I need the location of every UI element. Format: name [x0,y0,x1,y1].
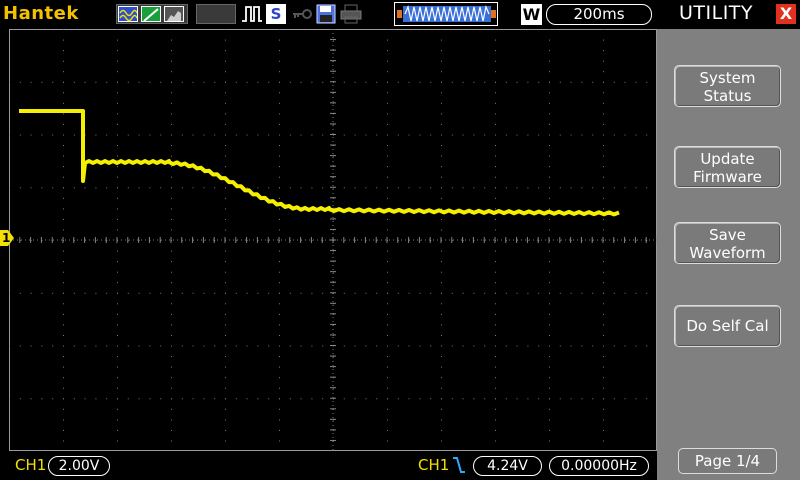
timebase-overview-icon [394,2,498,26]
save-waveform-line2: Waveform [689,244,766,262]
close-icon[interactable]: X [776,4,796,24]
top-status-bar: Hantek S W 200ms [0,0,657,29]
ch1-marker-label: 1 [2,231,11,245]
system-status-line2: Status [703,87,752,105]
waveform-display [8,28,658,451]
graticule [8,28,658,451]
system-status-button[interactable]: System Status [674,65,781,107]
waveform-mode-icon[interactable] [118,6,138,22]
trigger-level-readout[interactable]: 4.24V [473,456,542,476]
acquire-status-box [196,4,236,24]
key-lock-icon [291,4,313,24]
xy-mode-icon[interactable] [141,6,161,22]
display-mode-group [116,4,188,24]
utility-menu-panel: UTILITY X System Status Update Firmware … [657,0,800,480]
ch1-waveform-trace [19,109,620,217]
ch1-label: CH1 [15,456,47,474]
center-axes [8,28,658,451]
save-disk-icon [316,4,336,24]
persistence-icon[interactable] [164,6,184,22]
trigger-channel-label: CH1 [418,456,450,474]
page-indicator-button[interactable]: Page 1/4 [678,448,777,474]
brand-logo: Hantek [3,3,79,24]
window-zoom-button[interactable]: W [521,4,542,25]
trigger-frequency-readout: 0.00000Hz [549,456,649,476]
self-cal-button[interactable]: Do Self Cal [674,305,781,347]
ch1-scale-readout[interactable]: 2.00V [48,456,110,476]
save-waveform-button[interactable]: Save Waveform [674,222,781,264]
grid-dots [9,29,658,442]
ch1-ground-marker[interactable]: 1 [0,230,14,246]
update-firmware-line2: Firmware [693,168,762,186]
bottom-status-bar: CH1 2.00V CH1 4.24V 0.00000Hz [0,451,657,480]
single-shot-icon[interactable]: S [266,4,286,24]
update-firmware-button[interactable]: Update Firmware [674,146,781,188]
pulse-icon [241,4,263,24]
save-waveform-line1: Save [709,226,746,244]
system-status-line1: System [699,69,756,87]
update-firmware-line1: Update [700,150,755,168]
self-cal-label: Do Self Cal [686,317,769,335]
menu-title: UTILITY [679,2,754,24]
falling-edge-icon [452,456,466,474]
menu-title-bar: UTILITY X [657,0,800,29]
printer-icon [340,4,362,24]
timebase-readout[interactable]: 200ms [546,4,652,25]
